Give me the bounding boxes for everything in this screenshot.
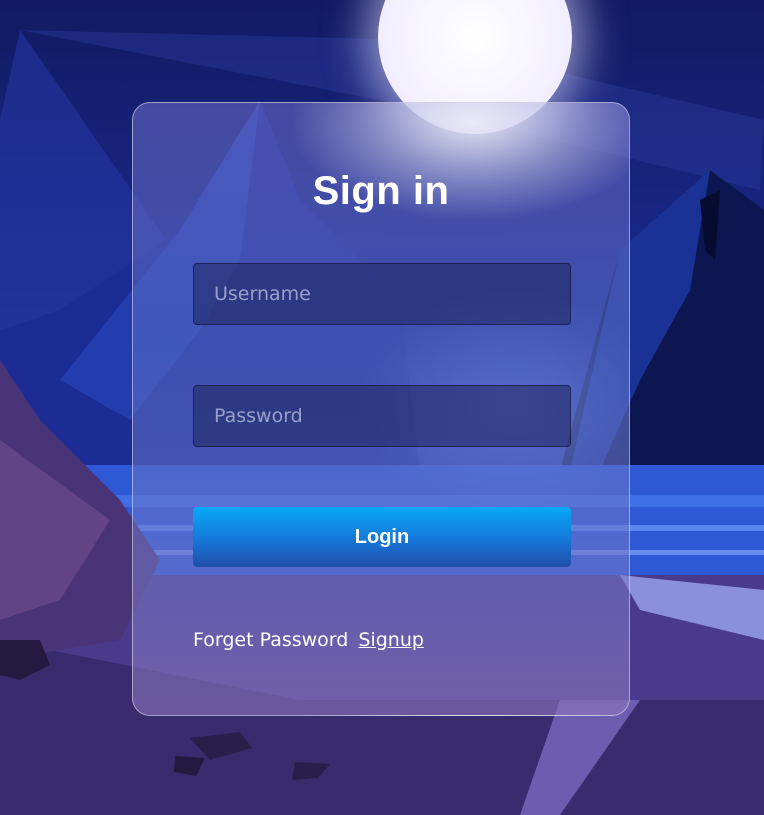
username-input[interactable] [193,263,571,325]
login-button[interactable]: Login [193,507,571,567]
login-card: Sign in Login Forget Password Signup [132,102,630,716]
night-landscape-background: Sign in Login Forget Password Signup [0,0,764,815]
signup-link[interactable]: Signup [358,629,424,651]
account-links: Forget Password Signup [193,629,424,651]
page-title: Sign in [312,169,450,213]
forget-password-link[interactable]: Forget Password [193,629,348,651]
password-input[interactable] [193,385,571,447]
